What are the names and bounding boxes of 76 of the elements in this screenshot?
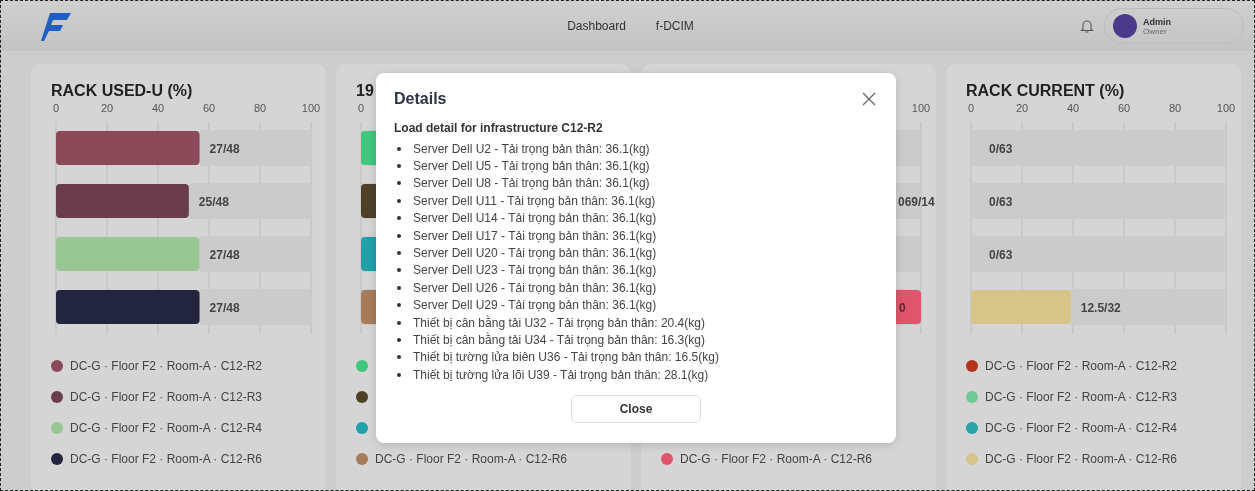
- dialog-title: Details: [394, 90, 447, 108]
- bullet-icon: [397, 251, 401, 256]
- load-item: Server Dell U29 - Tải trọng bản thân: 36.1(kg): [413, 298, 657, 313]
- load-item: Server Dell U14 - Tải trọng bản thân: 36.1(kg): [413, 211, 657, 226]
- legend-label: DC-G · Floor F2 · Room-A · C12-R6: [680, 451, 873, 466]
- legend-label: DC-G · Floor F2 · Room-A · C12-R2: [70, 358, 263, 373]
- load-item: Server Dell U23 - Tải trọng bản thân: 36.1(kg): [413, 263, 657, 278]
- load-item: Server Dell U20 - Tải trọng bản thân: 36.1(kg): [413, 246, 657, 261]
- load-item: Server Dell U17 - Tải trọng bản thân: 36.1(kg): [413, 228, 657, 243]
- load-item: Server Dell U5 - Tải trọng bản thân: 36.1(kg): [413, 159, 650, 174]
- axis-tick-label: 60: [202, 102, 216, 114]
- axis-tick-label: 0: [52, 102, 60, 114]
- load-item: Thiết bị tường lửa biên U36 - Tải trọng bản thân: 16.5(kg): [413, 350, 719, 365]
- bar-value-label: 0/63: [989, 142, 1013, 156]
- axis-tick-label: 20: [100, 102, 114, 114]
- legend-label: DC-G · Floor F2 · Room-A · C12-R6: [375, 451, 568, 466]
- chart-title: 19: [356, 82, 374, 101]
- bullet-icon: [397, 146, 401, 151]
- load-item: Server Dell U2 - Tải trọng bản thân: 36.1(kg): [413, 141, 650, 156]
- logo-icon[interactable]: [41, 11, 71, 41]
- close-button[interactable]: Close: [571, 395, 701, 424]
- bar-value-label: 27/48: [209, 142, 240, 156]
- bar-value-label: 27/48: [209, 301, 240, 315]
- legend-label: DC-G · Floor F2 · Room-A · C12-R2: [985, 358, 1178, 373]
- axis-tick-label: 100: [1216, 102, 1236, 114]
- user-role: Owner: [1143, 26, 1168, 36]
- dialog-subtitle: Load detail for infrastructure C12-R2: [394, 121, 604, 135]
- legend-label: DC-G · Floor F2 · Room-A · C12-R3: [70, 389, 263, 404]
- axis-tick-label: 80: [253, 102, 267, 114]
- load-item: Thiết bị cân bằng tải U32 - Tải trọng bản thân: 20.4(kg): [413, 315, 705, 330]
- axis-tick-label: 100: [301, 102, 321, 114]
- bullet-icon: [397, 303, 401, 308]
- bar-value-label: 069/14: [898, 195, 935, 209]
- bar-value-label: 27/48: [209, 248, 240, 262]
- bar-value-label: 0/63: [989, 195, 1013, 209]
- bullet-icon: [397, 320, 401, 325]
- bar-value-label: 12.5/32: [1080, 301, 1121, 315]
- close-icon[interactable]: [860, 90, 878, 108]
- bullet-icon: [397, 338, 401, 342]
- bar-value-label: 25/48: [198, 195, 229, 209]
- bullet-icon: [397, 372, 401, 377]
- bullet-icon: [397, 198, 401, 203]
- bullet-icon: [397, 355, 401, 360]
- chart-title: RACK USED-U (%): [51, 82, 193, 101]
- legend-label: DC-G · Floor F2 · Room-A · C12-R4: [70, 420, 263, 435]
- legend-label: DC-G · Floor F2 · Room-A · C12-R6: [70, 451, 263, 466]
- axis-tick-label: 40: [1066, 102, 1080, 114]
- axis-tick-label: 20: [1015, 102, 1029, 114]
- axis-tick-label: 60: [1117, 102, 1131, 114]
- chart-title: RACK CURRENT (%): [966, 82, 1125, 101]
- load-item: Server Dell U11 - Tải trọng bản thân: 36.1(kg): [413, 193, 656, 208]
- legend-label: DC-G · Floor F2 · Room-A · C12-R6: [985, 451, 1178, 466]
- load-item: Server Dell U8 - Tải trọng bản thân: 36.1(kg): [413, 176, 650, 191]
- bell-icon[interactable]: [1080, 18, 1094, 34]
- legend-label: DC-G · Floor F2 · Room-A · C12-R3: [985, 389, 1178, 404]
- axis-tick-label: 100: [911, 102, 931, 114]
- bar-value-label: 0/63: [989, 248, 1013, 262]
- axis-tick-label: 80: [1168, 102, 1182, 114]
- bullet-icon: [397, 285, 401, 290]
- bullet-icon: [397, 181, 401, 186]
- user-name: Admin: [1143, 16, 1171, 27]
- bullet-icon: [397, 164, 401, 169]
- load-item: Thiết bị cân bằng tải U34 - Tải trọng bản thân: 16.3(kg): [413, 333, 705, 347]
- nav-link[interactable]: Dashboard: [567, 19, 626, 33]
- load-item: Thiết bị tường lửa lõi U39 - Tải trọng bản thân: 28.1(kg): [413, 367, 709, 382]
- load-item: Server Dell U26 - Tải trọng bản thân: 36.1(kg): [413, 280, 657, 295]
- nav-link[interactable]: f-DCIM: [655, 19, 694, 33]
- bar-value-label: 0: [899, 301, 906, 315]
- axis-tick-label: 0: [357, 102, 365, 114]
- axis-tick-label: 40: [151, 102, 165, 114]
- avatar: [1113, 14, 1137, 38]
- axis-tick-label: 0: [967, 102, 975, 114]
- bullet-icon: [397, 233, 401, 238]
- bullet-icon: [397, 216, 401, 221]
- bullet-icon: [397, 268, 401, 273]
- legend-label: DC-G · Floor F2 · Room-A · C12-R4: [985, 420, 1178, 435]
